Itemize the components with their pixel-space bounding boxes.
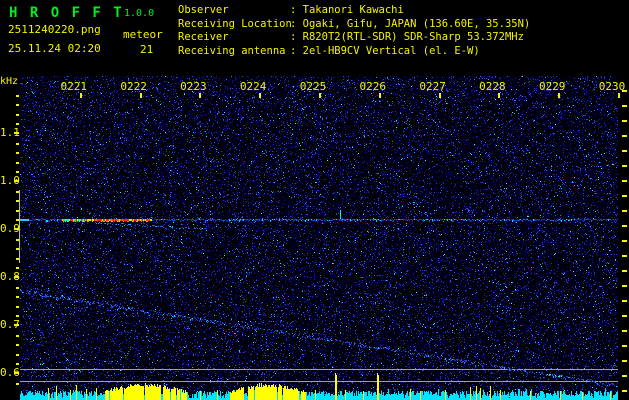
info-sep: :: [290, 44, 303, 57]
app-title: H R O F F T: [9, 5, 124, 21]
time-tick-label: 0223: [180, 80, 207, 93]
frequency-tick-label: 0.8: [0, 270, 20, 283]
info-sep: :: [290, 4, 303, 16]
time-tick-label: 0222: [120, 80, 147, 93]
info-label: Receiving Location: [178, 17, 292, 30]
spectrogram-canvas: [0, 0, 629, 400]
info-sep: :: [290, 17, 303, 30]
meteor-count: 21: [140, 43, 154, 56]
time-tick-label: 0225: [299, 80, 327, 93]
frequency-tick-label: 1.0: [0, 174, 20, 187]
date-time-label: 25.11.24 02:20: [8, 42, 101, 55]
hrofft-window: H R O F F T 1.0.0 2511240220.png meteor …: [0, 0, 629, 400]
info-row-observer: Observer: Takanori Kawachi: [178, 4, 530, 18]
frequency-tick-label: 0.7: [0, 318, 20, 331]
info-value: 2el-HB9CV Vertical (el. E-W): [302, 44, 480, 57]
info-row-location: Receiving Location: Ogaki, Gifu, JAPAN (…: [178, 18, 530, 32]
info-label: Receiver: [178, 31, 229, 44]
time-tick-label: 0227: [419, 80, 446, 93]
info-label: Observer: [178, 4, 229, 16]
time-tick-label: 0228: [479, 80, 506, 93]
info-value: Ogaki, Gifu, JAPAN (136.60E, 35.35N): [302, 17, 531, 30]
frequency-tick-label: 0.6: [0, 366, 20, 379]
frequency-tick-label: 0.9: [0, 222, 20, 235]
info-row-receiver: Receiver: R820T2(RTL-SDR) SDR-Sharp 53.3…: [178, 31, 530, 45]
app-version: 1.0.0: [124, 8, 155, 19]
output-filename: 2511240220.png: [8, 23, 101, 36]
frequency-axis-unit-label: kHz: [0, 76, 19, 87]
time-tick-label: 0221: [60, 80, 88, 93]
info-row-antenna: Receiving antenna: 2el-HB9CV Vertical (e…: [178, 45, 530, 59]
info-value: Takanori Kawachi: [302, 4, 404, 16]
info-value: R820T2(RTL-SDR) SDR-Sharp 53.372MHz: [302, 31, 524, 44]
station-info-block: Observer: Takanori Kawachi Receiving Loc…: [178, 4, 530, 58]
time-tick-label: 0229: [538, 80, 566, 93]
mode-label: meteor: [123, 28, 163, 41]
time-tick-label: 0226: [359, 80, 387, 93]
frequency-tick-label: 1.1: [0, 126, 20, 139]
time-tick-label: 0224: [239, 80, 267, 93]
info-sep: :: [290, 31, 303, 44]
time-tick-label: 0230: [598, 80, 626, 93]
info-label: Receiving antenna: [178, 44, 286, 57]
